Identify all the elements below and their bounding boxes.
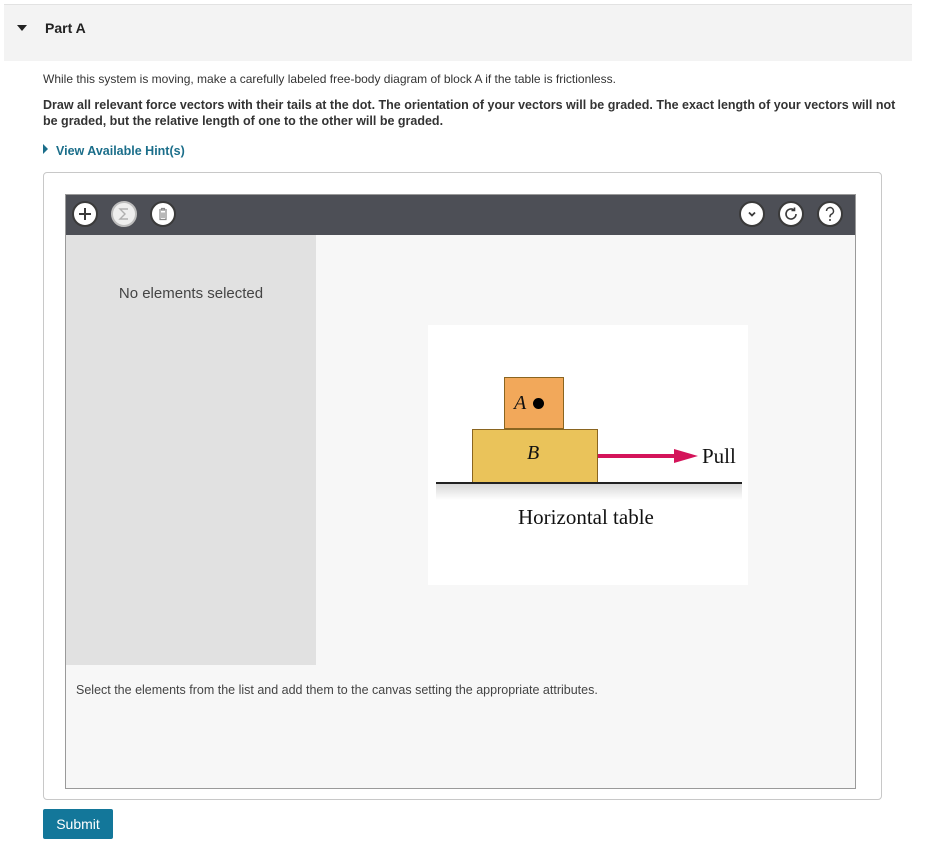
- block-a: A: [504, 377, 564, 429]
- vector-drawing-tool: No elements selected A B Pull Horizontal…: [65, 194, 856, 789]
- submit-button[interactable]: Submit: [43, 809, 113, 839]
- part-header[interactable]: Part A: [4, 4, 912, 61]
- block-a-label: A: [514, 392, 527, 414]
- trash-icon[interactable]: [150, 201, 176, 227]
- reset-icon[interactable]: [778, 201, 804, 227]
- table-label: Horizontal table: [518, 505, 654, 529]
- no-selection-text: No elements selected: [118, 285, 264, 302]
- tail-dot[interactable]: [533, 398, 544, 409]
- block-b-label: B: [527, 442, 540, 464]
- element-sidebar: No elements selected: [66, 235, 316, 665]
- plus-icon[interactable]: [72, 201, 98, 227]
- block-b: B: [472, 429, 598, 483]
- problem-statement: While this system is moving, make a care…: [43, 72, 616, 86]
- chevron-down-icon[interactable]: [739, 201, 765, 227]
- table-shadow: [436, 484, 742, 500]
- canvas-instructions: Select the elements from the list and ad…: [76, 683, 598, 697]
- part-title: Part A: [45, 20, 86, 36]
- drawing-toolbar: [66, 195, 855, 235]
- help-icon[interactable]: [817, 201, 843, 227]
- sigma-icon[interactable]: [111, 201, 137, 227]
- caret-down-icon[interactable]: [17, 25, 27, 31]
- pull-label: Pull: [702, 444, 736, 468]
- view-hints-label: View Available Hint(s): [56, 144, 185, 158]
- caret-right-icon: [43, 144, 48, 154]
- drawing-instructions: Draw all relevant force vectors with the…: [43, 98, 896, 128]
- view-hints-link[interactable]: View Available Hint(s): [43, 144, 185, 158]
- pull-arrow: [598, 449, 698, 463]
- drawing-canvas-figure[interactable]: A B Pull Horizontal table: [428, 325, 748, 585]
